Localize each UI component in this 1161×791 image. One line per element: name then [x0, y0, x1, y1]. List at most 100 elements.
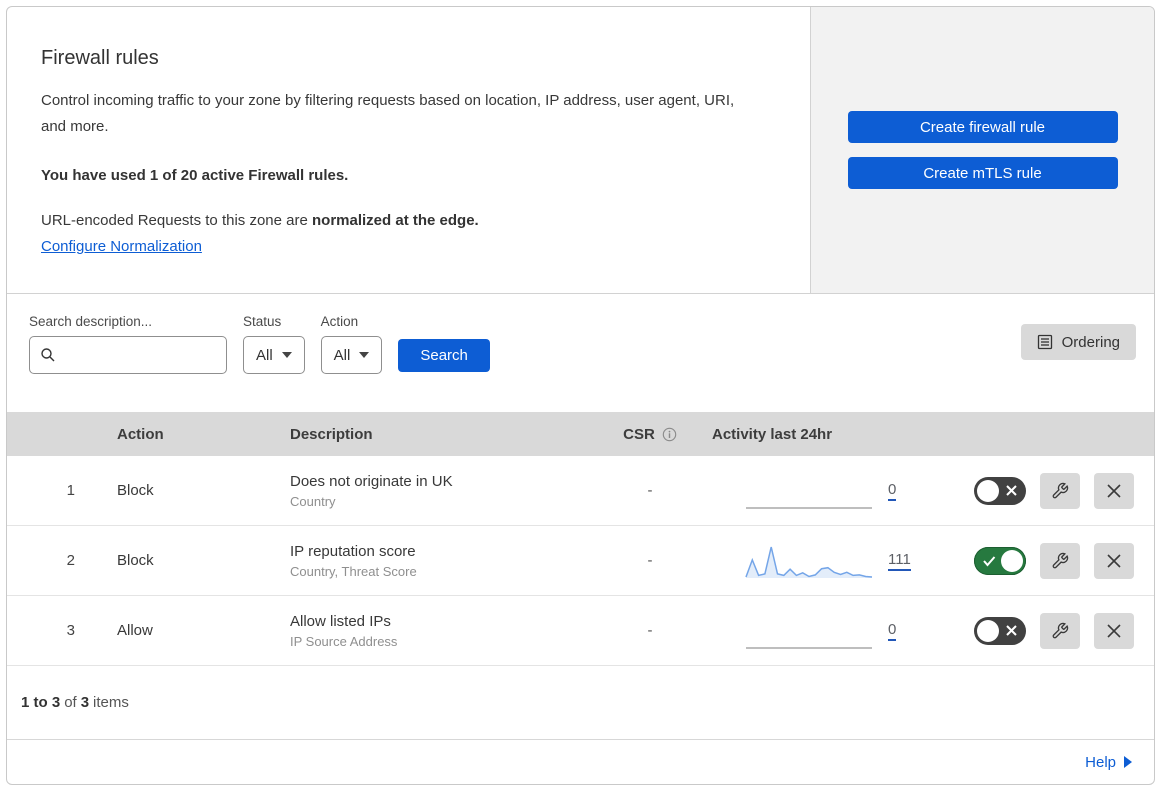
ordering-button[interactable]: Ordering [1020, 324, 1136, 360]
normalization-bold: normalized at the edge. [312, 212, 479, 229]
delete-rule-button[interactable] [1094, 472, 1134, 509]
chevron-down-icon [359, 352, 370, 358]
items-total: 3 [80, 694, 90, 711]
table-header: Action Description CSR Activity last 24h… [7, 412, 1154, 456]
table-row: 3 Allow Allow listed IPs IP Source Addre… [7, 596, 1154, 666]
status-dropdown-value: All [256, 346, 273, 364]
status-dropdown[interactable]: All [243, 336, 305, 374]
enable-toggle[interactable] [974, 546, 1026, 575]
activity-cell: 0 [700, 611, 935, 651]
enable-toggle[interactable] [974, 476, 1026, 505]
row-description-cell: IP reputation score Country, Threat Scor… [280, 543, 600, 579]
help-bar: Help [7, 740, 1154, 784]
activity-count-link[interactable]: 0 [888, 481, 897, 501]
row-controls [935, 542, 1154, 579]
activity-sparkline [745, 546, 873, 578]
help-label: Help [1085, 753, 1116, 771]
rule-description: Does not originate in UK [290, 472, 453, 490]
edit-rule-button[interactable] [1040, 542, 1080, 579]
wrench-icon [1052, 552, 1069, 568]
delete-rule-button[interactable] [1094, 612, 1134, 649]
page-title: Firewall rules [41, 47, 159, 69]
edit-rule-button[interactable] [1040, 612, 1080, 649]
column-description: Description [290, 425, 373, 443]
search-description-label: Search description... [29, 314, 153, 329]
enable-toggle[interactable] [974, 616, 1026, 645]
rule-fields: Country [290, 493, 336, 509]
x-icon [1006, 484, 1017, 496]
items-range: 1 to 3 [21, 694, 61, 711]
create-firewall-rule-button[interactable]: Create firewall rule [847, 111, 1118, 143]
row-description-cell: Allow listed IPs IP Source Address [280, 613, 600, 649]
configure-normalization-link[interactable]: Configure Normalization [41, 238, 202, 255]
csr-value: - [647, 482, 653, 499]
column-action: Action [117, 425, 164, 443]
items-count: 1 to 3 of 3 items [7, 666, 1154, 740]
search-group: Search description... [29, 314, 227, 374]
close-icon [1107, 553, 1121, 568]
wrench-icon [1052, 482, 1069, 498]
chevron-down-icon [281, 352, 292, 358]
activity-sparkline [746, 646, 872, 649]
toggle-knob [1001, 549, 1023, 572]
search-box [29, 336, 227, 374]
header-text-block: Firewall rules Control incoming traffic … [7, 7, 810, 293]
activity-count-link[interactable]: 0 [888, 621, 897, 641]
table-row: 1 Block Does not originate in UK Country… [7, 456, 1154, 526]
wrench-icon [1052, 622, 1069, 638]
check-icon [983, 555, 996, 567]
row-priority: 2 [66, 552, 75, 569]
rule-description: Allow listed IPs [290, 612, 391, 630]
usage-text: You have used 1 of 20 active Firewall ru… [41, 167, 349, 184]
toggle-knob [977, 479, 999, 502]
action-dropdown-value: All [333, 346, 351, 364]
search-button[interactable]: Search [398, 339, 490, 372]
action-label: Action [320, 314, 359, 329]
create-mtls-rule-button[interactable]: Create mTLS rule [847, 157, 1118, 189]
search-input[interactable] [56, 345, 216, 365]
firewall-rules-page: Firewall rules Control incoming traffic … [0, 0, 1161, 791]
ordering-button-label: Ordering [1061, 333, 1120, 351]
status-label: Status [243, 314, 282, 329]
row-action: Block [117, 552, 154, 569]
row-priority: 1 [66, 482, 75, 499]
activity-sparkline [746, 506, 872, 509]
filter-bar: Search description... Status All Action … [7, 294, 1154, 412]
activity-count-link[interactable]: 111 [888, 551, 911, 571]
table-row: 2 Block IP reputation score Country, Thr… [7, 526, 1154, 596]
normalization-text: URL-encoded Requests to this zone are no… [41, 212, 770, 229]
row-priority: 3 [66, 622, 75, 639]
rule-description: IP reputation score [290, 542, 416, 560]
row-controls [935, 472, 1154, 509]
activity-cell: 0 [700, 471, 935, 511]
column-activity: Activity last 24hr [712, 425, 833, 443]
row-action: Allow [117, 622, 153, 639]
ordering-icon [1037, 334, 1052, 350]
activity-cell: 111 [700, 541, 935, 581]
column-csr: CSR [600, 426, 700, 443]
rule-fields: Country, Threat Score [290, 563, 417, 579]
delete-rule-button[interactable] [1094, 542, 1134, 579]
x-icon [1006, 624, 1017, 636]
firewall-rules-card: Firewall rules Control incoming traffic … [6, 6, 1155, 785]
header-actions-panel: Create firewall rule Create mTLS rule [810, 7, 1154, 293]
close-icon [1107, 623, 1121, 638]
csr-value: - [647, 552, 653, 569]
help-arrow-icon [1124, 756, 1132, 768]
search-icon [41, 348, 55, 362]
action-filter-group: Action All [320, 314, 383, 374]
action-dropdown[interactable]: All [320, 336, 383, 374]
close-icon [1107, 483, 1121, 498]
help-link[interactable]: Help [1085, 754, 1132, 771]
row-action: Block [117, 482, 154, 499]
csr-value: - [647, 622, 653, 639]
edit-rule-button[interactable] [1040, 472, 1080, 509]
toggle-knob [977, 619, 999, 642]
header-section: Firewall rules Control incoming traffic … [7, 7, 1154, 294]
info-icon[interactable] [662, 427, 677, 442]
row-description-cell: Does not originate in UK Country [280, 473, 600, 509]
header-description: Control incoming traffic to your zone by… [41, 92, 735, 135]
normalization-prefix: URL-encoded Requests to this zone are [41, 212, 312, 229]
rule-fields: IP Source Address [290, 633, 398, 649]
status-filter-group: Status All [243, 314, 305, 374]
